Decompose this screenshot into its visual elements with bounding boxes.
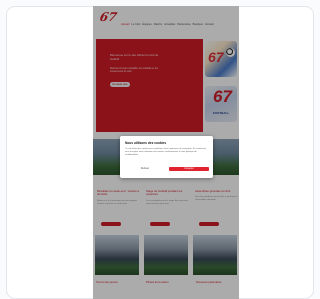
decline-button[interactable]: Refuser — [134, 167, 156, 171]
accept-button[interactable]: Accepter — [169, 167, 209, 171]
website-screenshot: 67 Accueil Le Club Équipes Matchs Actual… — [93, 6, 239, 299]
cookie-consent-dialog: Nous utilisons des cookies Ce site utili… — [120, 136, 213, 178]
cookie-title: Nous utilisons des cookies — [125, 141, 167, 145]
cookie-text: Ce site utilise des cookies pour amélior… — [125, 148, 207, 156]
